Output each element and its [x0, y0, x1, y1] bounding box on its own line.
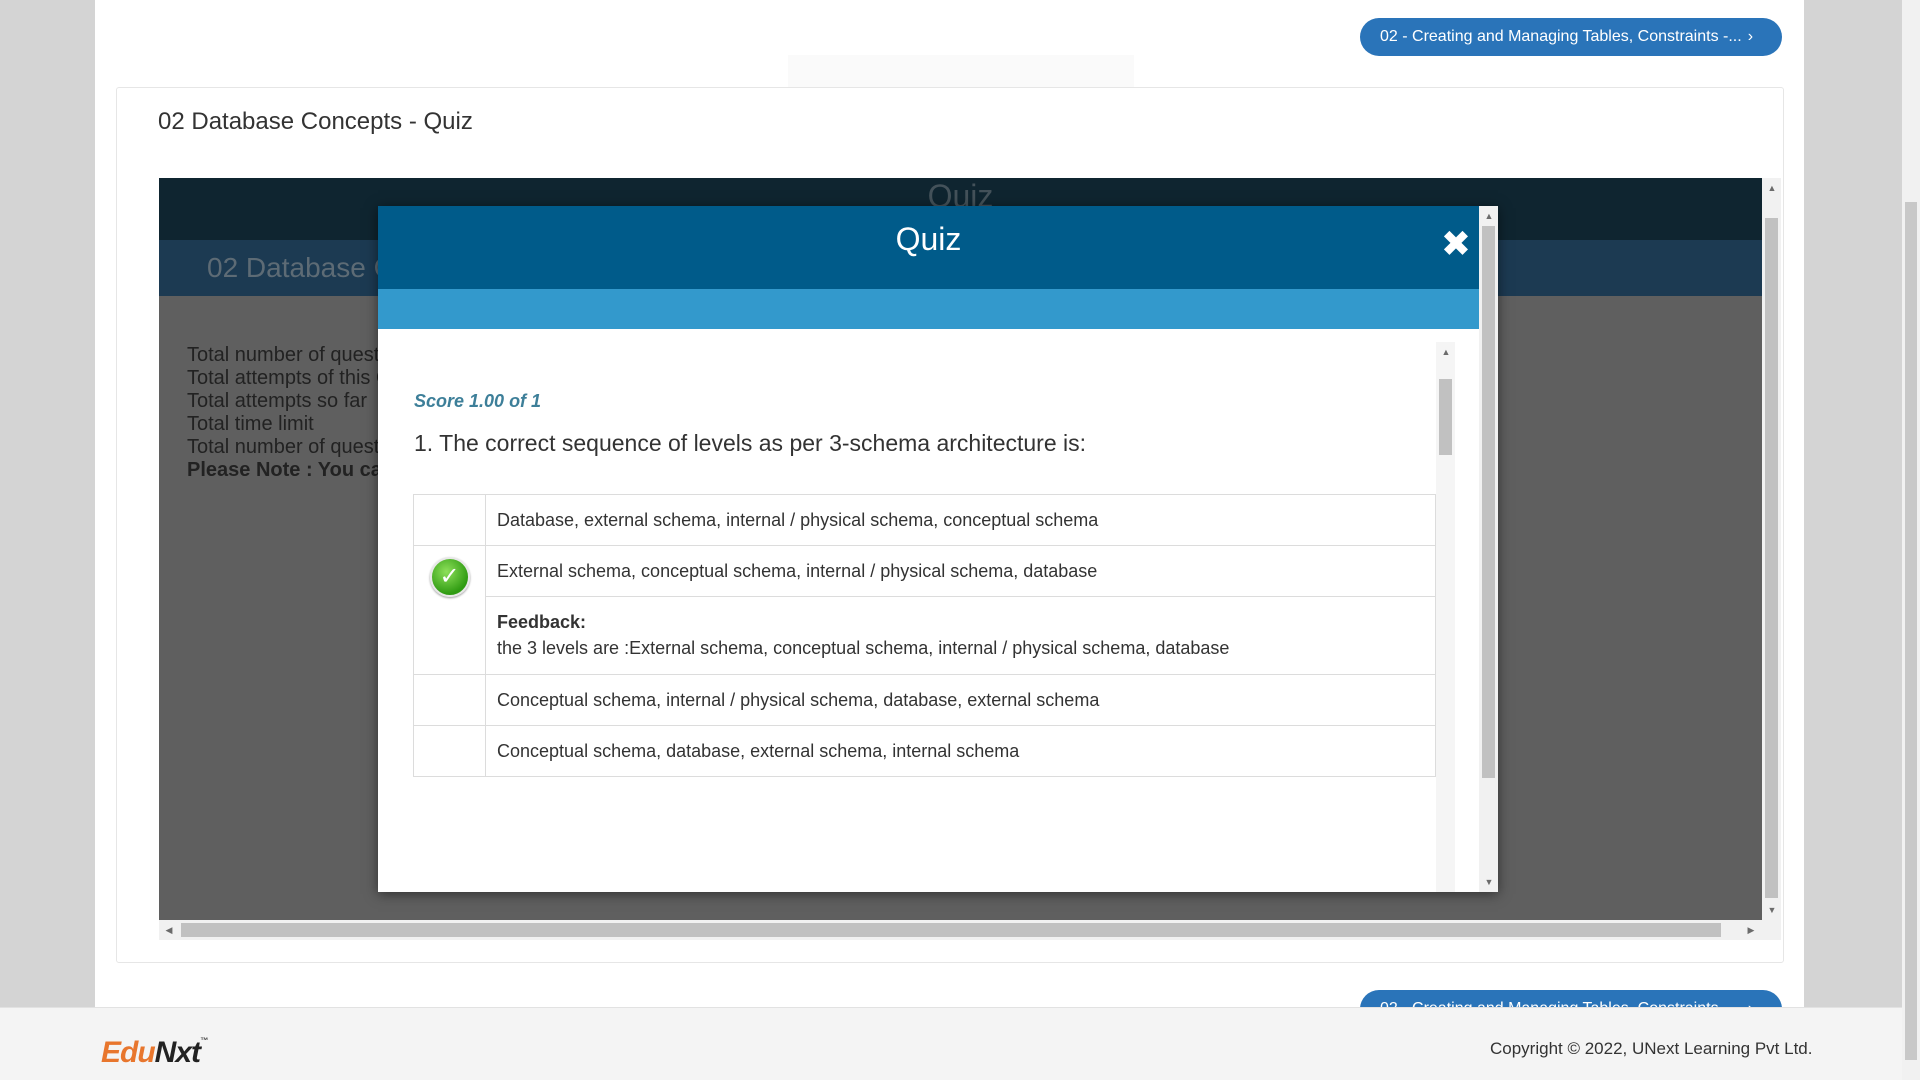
scroll-down-arrow-icon[interactable]: ▼ [1764, 902, 1780, 918]
answer-option-text: Database, external schema, internal / ph… [485, 494, 1436, 546]
answer-mark-cell [413, 725, 486, 777]
frame-horizontal-scroll-thumb[interactable] [181, 923, 1721, 937]
feedback-heading: Feedback: [497, 612, 587, 632]
next-module-label-bottom: 02 - Creating and Managing Tables, Const… [1380, 1000, 1742, 1007]
answer-mark-cell [413, 674, 486, 726]
next-module-button[interactable]: 02 - Creating and Managing Tables, Const… [1360, 18, 1782, 56]
browser-vertical-scrollbar[interactable] [1902, 0, 1920, 1080]
chevron-right-icon: › [1748, 1000, 1753, 1007]
info-note: Please Note : You can [187, 459, 395, 481]
feedback-cell: Feedback: the 3 levels are :External sch… [485, 596, 1436, 675]
modal-subbar [378, 289, 1479, 329]
logo-trademark: ™ [200, 1036, 208, 1045]
next-module-label: 02 - Creating and Managing Tables, Const… [1380, 28, 1742, 45]
answer-option-row: Conceptual schema, internal / physical s… [413, 674, 1436, 726]
close-icon[interactable]: ✖ [1436, 224, 1476, 264]
info-attempts-so-far: Total attempts so far [187, 390, 368, 412]
answer-option-row: Database, external schema, internal / ph… [413, 494, 1436, 546]
answer-options-table: Database, external schema, internal / ph… [413, 494, 1436, 777]
info-total-attempts: Total attempts of this Q [187, 367, 392, 389]
chevron-right-icon: › [1747, 28, 1754, 45]
answer-option-row: Conceptual schema, database, external sc… [413, 725, 1436, 777]
frame-vertical-scrollbar[interactable]: ▲ ▼ [1762, 178, 1781, 920]
scroll-up-arrow-icon[interactable]: ▲ [1438, 344, 1454, 360]
info-total-questions: Total number of questio [187, 344, 395, 366]
scroll-up-arrow-icon[interactable]: ▲ [1481, 208, 1497, 224]
scroll-right-arrow-icon[interactable]: ▶ [1743, 922, 1759, 938]
answer-option-text: External schema, conceptual schema, inte… [485, 545, 1436, 597]
answer-option-row-correct: ✓ External schema, conceptual schema, in… [413, 545, 1436, 675]
answer-mark-cell [413, 494, 486, 546]
answer-option-text: Conceptual schema, internal / physical s… [485, 674, 1436, 726]
browser-scroll-thumb[interactable] [1905, 202, 1917, 1060]
frame-horizontal-scrollbar[interactable]: ◀ ▶ [159, 920, 1781, 940]
scroll-left-arrow-icon[interactable]: ◀ [161, 922, 177, 938]
next-module-button-bottom[interactable]: 02 - Creating and Managing Tables, Const… [1360, 990, 1782, 1007]
info-questions-count: Total number of questio [187, 436, 395, 458]
modal-content: Score 1.00 of 1 1. The correct sequence … [378, 329, 1479, 892]
info-time-limit: Total time limit [187, 413, 314, 435]
modal-vertical-scrollbar[interactable]: ▲ ▼ [1479, 206, 1498, 892]
answer-mark-cell: ✓ [413, 545, 486, 675]
scroll-up-arrow-icon[interactable]: ▲ [1764, 180, 1780, 196]
page-footer: EduNxt™ Copyright © 2022, UNext Learning… [0, 1007, 1902, 1080]
feedback-row: Feedback: the 3 levels are :External sch… [414, 596, 1436, 675]
modal-title: Quiz [895, 221, 962, 257]
score-label: Score 1.00 of 1 [414, 391, 542, 411]
check-circle-icon: ✓ [429, 557, 470, 597]
content-vertical-scroll-thumb[interactable] [1439, 379, 1452, 455]
answer-option-text: Conceptual schema, database, external sc… [485, 725, 1436, 777]
copyright-text: Copyright © 2022, UNext Learning Pvt Ltd… [1490, 1039, 1813, 1058]
modal-vertical-scroll-thumb[interactable] [1482, 226, 1495, 778]
modal-header: Quiz ✖ [378, 206, 1479, 289]
logo-edu: Edu [101, 1036, 156, 1069]
edunxt-logo[interactable]: EduNxt™ [101, 1036, 208, 1070]
quiz-modal: Quiz ✖ Score 1.00 of 1 1. The correct se… [378, 206, 1498, 892]
page-title: 02 Database Concepts - Quiz [158, 108, 473, 135]
feedback-text: the 3 levels are :External schema, conce… [497, 638, 1230, 658]
question-text: 1. The correct sequence of levels as per… [414, 430, 1087, 456]
logo-nxt: Nxt [154, 1036, 201, 1069]
content-vertical-scrollbar[interactable]: ▲ [1436, 342, 1455, 892]
scroll-down-arrow-icon[interactable]: ▼ [1481, 874, 1497, 890]
frame-vertical-scroll-thumb[interactable] [1765, 218, 1778, 898]
